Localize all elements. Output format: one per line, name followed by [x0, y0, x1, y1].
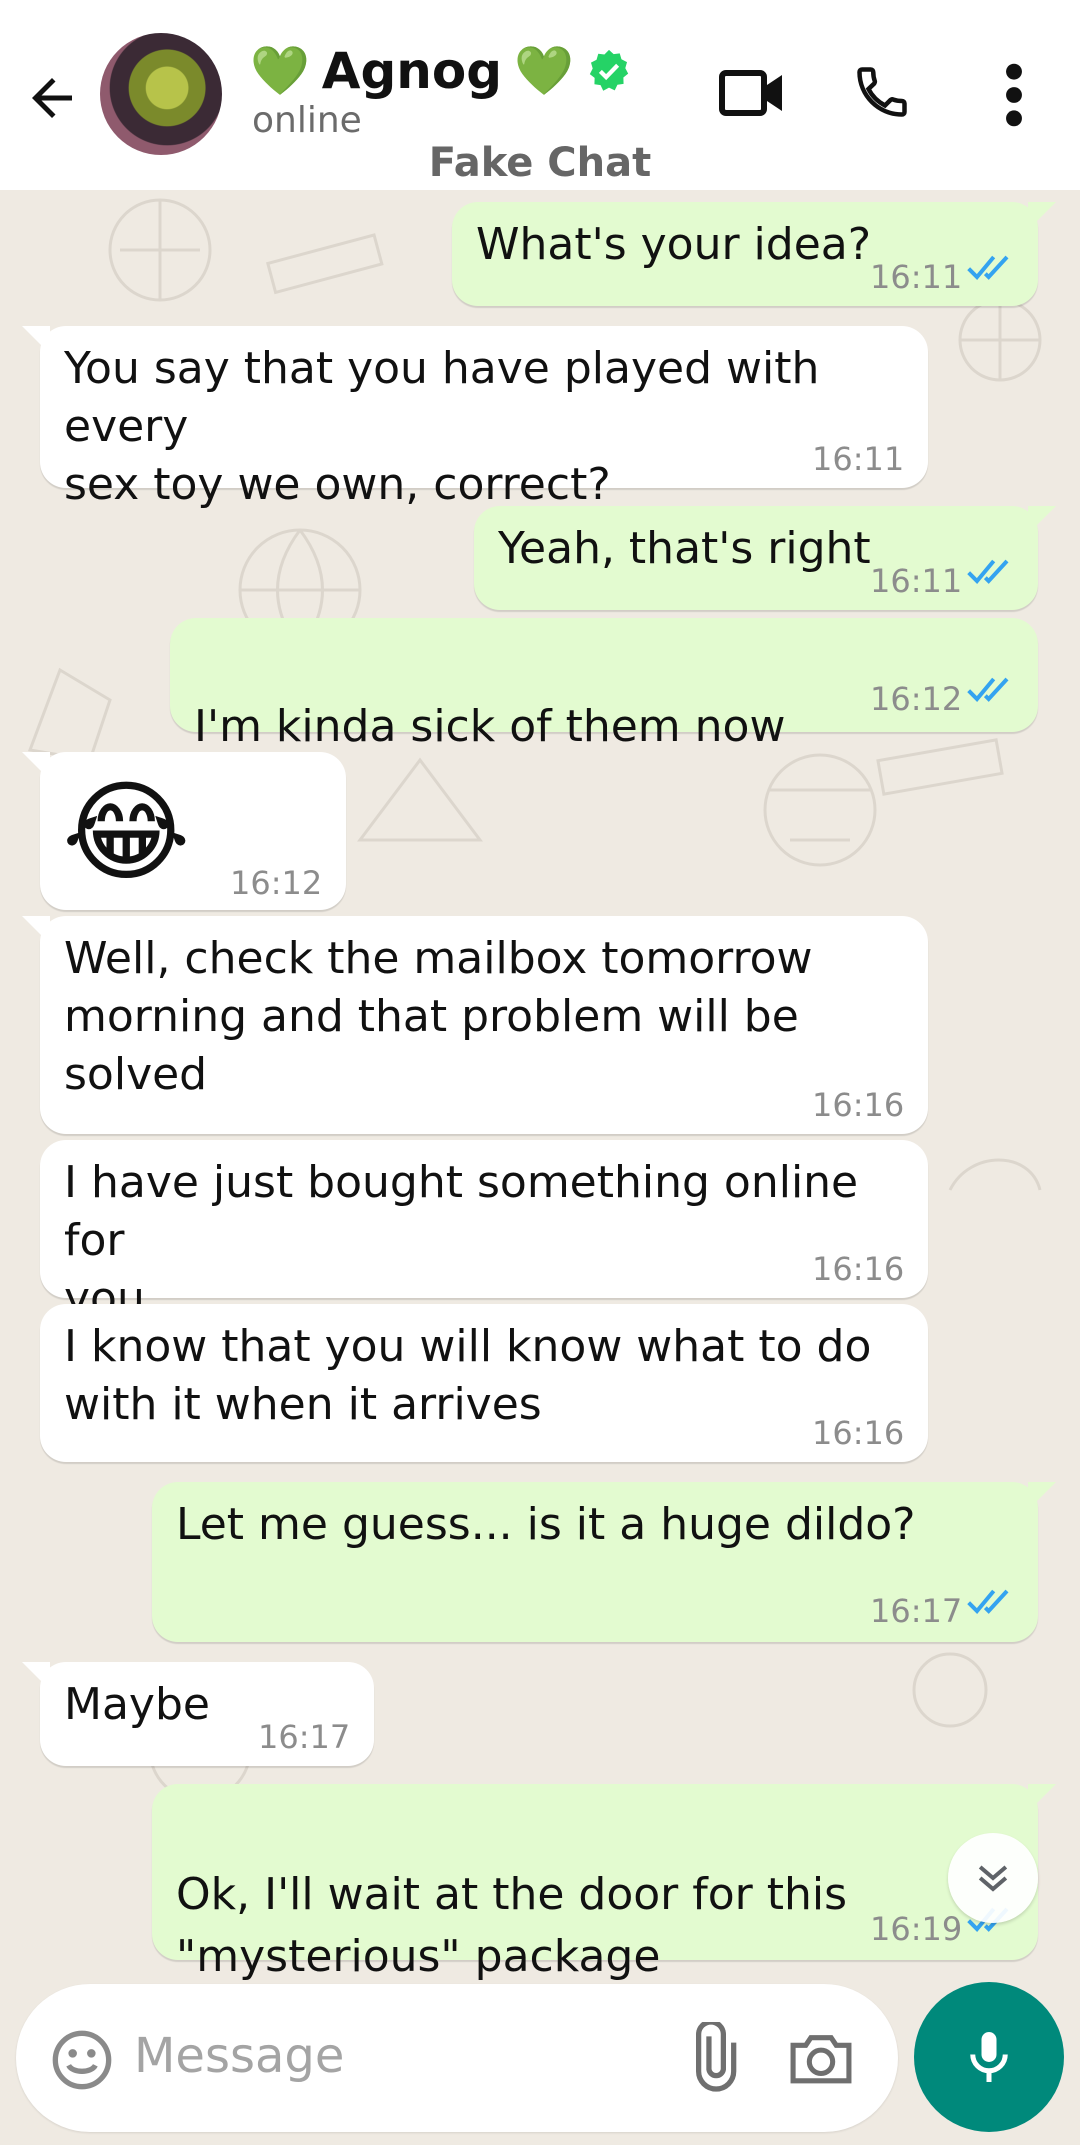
message-text: Let me guess... is it a huge dildo?	[176, 1499, 916, 1550]
message-time: 16:17	[258, 1718, 351, 1756]
message-outgoing[interactable]: I'm kinda sick of them now 😂 16:12	[170, 618, 1038, 814]
message-text: Ok, I'll wait at the door for this "myst…	[176, 1869, 848, 1982]
message-outgoing[interactable]: What's your idea? 16:11	[452, 202, 1056, 306]
message-time: 16:11	[812, 440, 905, 478]
message-text: I'm kinda sick of them now	[194, 701, 786, 752]
scroll-down-icon	[978, 1865, 1008, 1892]
message-text: I have just bought something online for …	[64, 1157, 859, 1324]
message-incoming[interactable]: You say that you have played with every …	[22, 326, 928, 510]
smiley-icon[interactable]	[50, 2028, 114, 2092]
message-time: 16:16	[812, 1086, 905, 1124]
message-incoming[interactable]: I know that you will know what to do wit…	[40, 1304, 928, 1462]
message-composer[interactable]: Message	[16, 1984, 898, 2132]
message-time: 16:16	[812, 1250, 905, 1288]
message-text: What's your idea?	[476, 219, 872, 270]
menu-icon[interactable]	[1000, 60, 1028, 130]
green-heart-emoji: 💚	[250, 43, 310, 99]
read-ticks-icon	[967, 1589, 1009, 1614]
read-ticks-icon	[967, 255, 1009, 280]
message-text: I know that you will know what to do wit…	[64, 1321, 872, 1430]
message-incoming[interactable]: Well, check the mailbox tomorrow morning…	[22, 916, 928, 1134]
message-input[interactable]: Message	[134, 2028, 344, 2084]
message-text: Yeah, that's right	[498, 523, 871, 574]
laughing-emoji: 😂	[62, 768, 191, 896]
voice-message-button[interactable]	[914, 1982, 1064, 2132]
message-incoming[interactable]: Maybe 16:17	[22, 1662, 374, 1766]
message-time: 16:11	[870, 562, 963, 600]
message-time: 16:19	[870, 1910, 963, 1948]
read-ticks-icon	[967, 559, 1009, 584]
message-text: Maybe	[64, 1679, 210, 1730]
message-time: 16:16	[812, 1414, 905, 1452]
message-time: 16:12	[870, 680, 963, 718]
message-incoming[interactable]: I have just bought something online for …	[40, 1140, 928, 1324]
scroll-down-button[interactable]	[948, 1833, 1038, 1923]
message-time: 16:11	[870, 258, 963, 296]
verified-icon	[589, 49, 628, 91]
message-incoming[interactable]: 😂 16:12	[22, 752, 346, 910]
read-ticks-icon	[967, 677, 1009, 702]
contact-avatar[interactable]	[100, 33, 222, 155]
contact-title[interactable]: 💚 Agnog 💚	[250, 36, 632, 106]
message-time: 16:17	[870, 1592, 963, 1630]
phone-icon[interactable]	[852, 62, 912, 122]
message-text: Well, check the mailbox tomorrow morning…	[64, 933, 813, 1100]
message-text: You say that you have played with every …	[64, 343, 820, 510]
contact-name: Agnog	[321, 42, 502, 100]
green-heart-emoji: 💚	[514, 43, 574, 99]
message-outgoing[interactable]: Let me guess... is it a huge dildo? 16:1…	[152, 1482, 1056, 1642]
chat-header: 💚 Agnog 💚 online Fake Chat	[0, 0, 1080, 190]
message-outgoing[interactable]: Ok, I'll wait at the door for this "myst…	[152, 1784, 1056, 2046]
back-arrow-icon[interactable]	[22, 68, 82, 128]
message-outgoing[interactable]: Yeah, that's right 16:11	[474, 506, 1056, 610]
message-time: 16:12	[230, 864, 323, 902]
attach-icon[interactable]	[676, 2022, 746, 2092]
contact-status: online	[252, 100, 362, 141]
fake-chat-label: Fake Chat	[428, 140, 652, 186]
video-call-icon[interactable]	[718, 66, 786, 120]
camera-icon[interactable]	[788, 2028, 854, 2088]
mic-icon	[970, 2032, 1008, 2082]
